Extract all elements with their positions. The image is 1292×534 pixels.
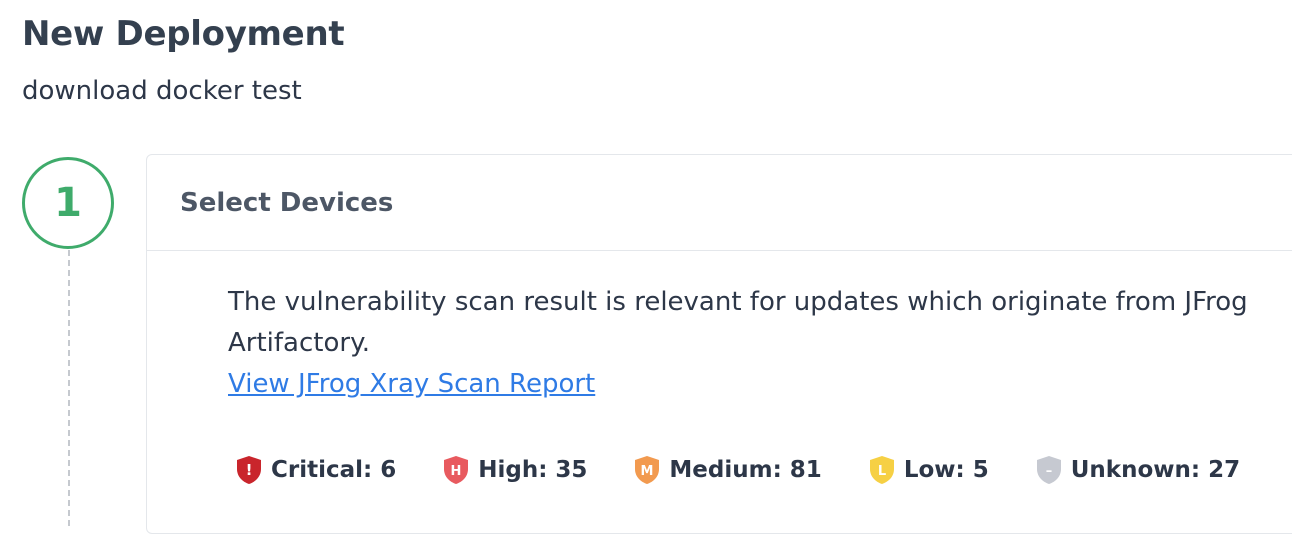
card-header: Select Devices	[147, 155, 1292, 251]
svg-text:M: M	[641, 464, 654, 479]
scan-notice: The vulnerability scan result is relevan…	[228, 282, 1288, 405]
severity-critical-label: Critical: 6	[271, 457, 397, 483]
severity-high-label: High: 35	[478, 457, 588, 483]
svg-text:H: H	[451, 464, 462, 479]
high-shield-icon: H	[444, 456, 469, 484]
low-shield-icon: L	[869, 456, 894, 484]
page-title: New Deployment	[22, 14, 345, 54]
severity-low: L Low: 5	[868, 455, 989, 485]
unknown-shield-icon: –	[1036, 456, 1061, 484]
svg-text:!: !	[246, 461, 253, 479]
severity-medium: M Medium: 81	[633, 455, 822, 485]
step-number-badge: 1	[22, 157, 114, 249]
svg-text:L: L	[878, 464, 886, 479]
severity-critical: ! Critical: 6	[235, 455, 396, 485]
severity-unknown-label: Unknown: 27	[1070, 457, 1241, 483]
severity-low-label: Low: 5	[903, 457, 989, 483]
severity-medium-label: Medium: 81	[669, 457, 822, 483]
card-title: Select Devices	[180, 187, 394, 218]
severity-unknown: – Unknown: 27	[1035, 455, 1240, 485]
critical-shield-icon: !	[237, 456, 261, 484]
medium-shield-icon: M	[635, 456, 660, 484]
scan-notice-message: The vulnerability scan result is relevan…	[228, 287, 1248, 358]
page-subtitle: download docker test	[22, 76, 302, 106]
severity-high: H High: 35	[442, 455, 587, 485]
svg-text:–: –	[1045, 464, 1052, 479]
step-connector-line	[68, 250, 70, 526]
xray-scan-report-link[interactable]: View JFrog Xray Scan Report	[228, 369, 595, 399]
select-devices-card: Select Devices The vulnerability scan re…	[146, 154, 1292, 534]
severity-summary: ! Critical: 6 H High: 35 M Medium: 81 L …	[235, 455, 1286, 485]
